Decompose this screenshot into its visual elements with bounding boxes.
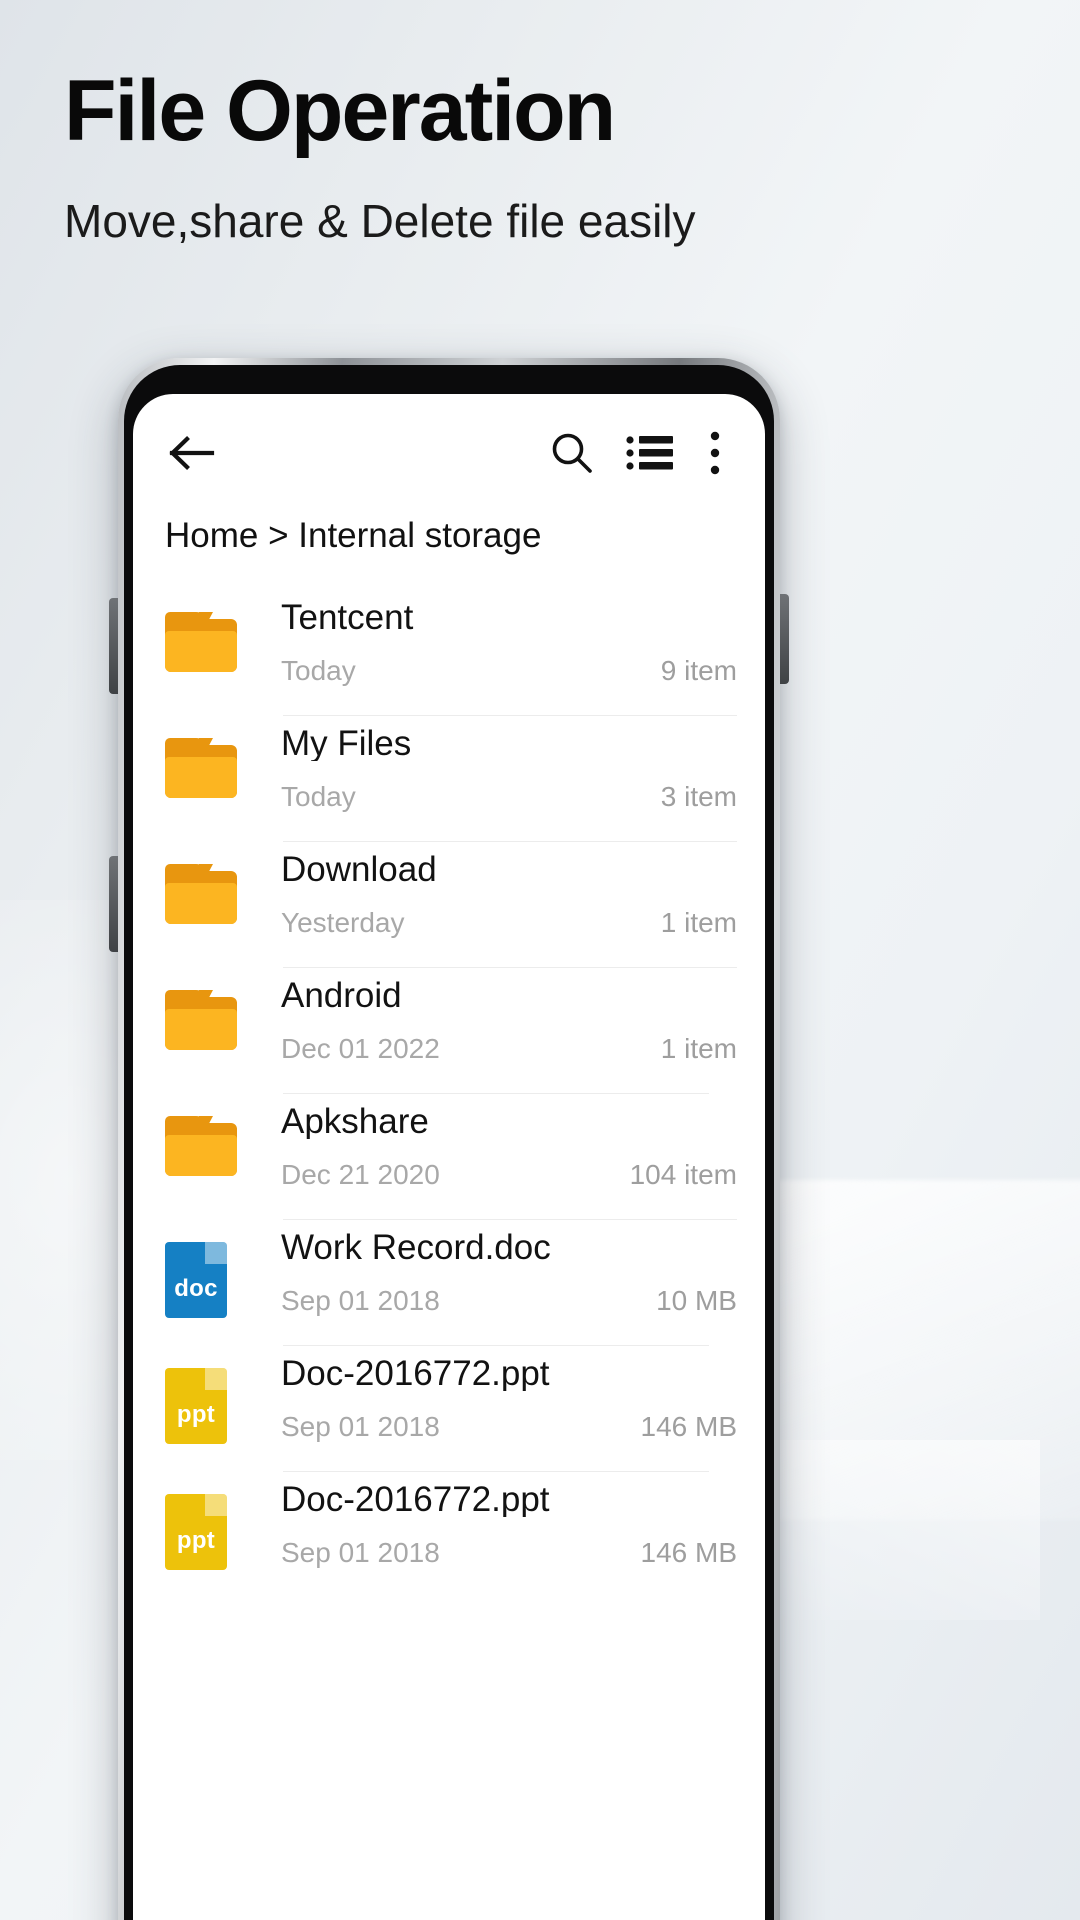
- file-row-body: Android Dec 01 2022 1 item: [261, 968, 765, 1093]
- file-size: 10 MB: [656, 1285, 737, 1316]
- file-name: Download: [281, 850, 437, 887]
- folder-icon: [165, 1116, 237, 1176]
- file-type-badge: ppt: [176, 1527, 216, 1554]
- file-row[interactable]: Apkshare Dec 21 2020 104 item: [133, 1094, 765, 1219]
- file-row-body: Doc-2016772.ppt Sep 01 2018 146 MB: [261, 1346, 765, 1471]
- file-name: Tentcent: [281, 598, 414, 635]
- file-row-icon-cell: ppt: [165, 1346, 261, 1444]
- file-row-icon-cell: [165, 590, 261, 672]
- file-date: Dec 01 2022: [281, 1033, 440, 1064]
- ppt-file-icon: ppt: [165, 1494, 227, 1570]
- file-meta: Today 3 item: [281, 781, 737, 813]
- background-highlight-b: [740, 1440, 1040, 1620]
- file-date: Today: [281, 781, 356, 812]
- file-date: Dec 21 2020: [281, 1159, 440, 1190]
- file-row-body: Tentcent Today 9 item: [261, 590, 765, 715]
- file-name: Android: [281, 976, 402, 1013]
- app-bar: [133, 394, 765, 512]
- ppt-file-icon: ppt: [165, 1368, 227, 1444]
- folder-icon: [165, 990, 237, 1050]
- arrow-left-icon: [169, 436, 215, 470]
- file-row[interactable]: Download Yesterday 1 item: [133, 842, 765, 967]
- file-row-body: My Files Today 3 item: [261, 716, 765, 841]
- file-row-icon-cell: [165, 968, 261, 1050]
- file-row-body: Doc-2016772.ppt Sep 01 2018 146 MB: [261, 1472, 765, 1597]
- breadcrumb[interactable]: Home > Internal storage: [133, 512, 765, 556]
- file-name: My Files: [281, 724, 412, 761]
- folder-icon: [165, 738, 237, 798]
- file-size: 1 item: [660, 1033, 737, 1064]
- file-name: Doc-2016772.ppt: [281, 1480, 550, 1517]
- file-icon-folded-corner: [205, 1494, 227, 1516]
- poster-subheadline: Move,share & Delete file easily: [64, 195, 696, 247]
- file-row-body: Apkshare Dec 21 2020 104 item: [261, 1094, 765, 1219]
- poster-headline: File Operation: [64, 63, 616, 159]
- file-type-badge: doc: [174, 1275, 218, 1302]
- volume-up-button[interactable]: [109, 598, 118, 694]
- view-mode-button[interactable]: [619, 420, 681, 486]
- file-row-icon-cell: [165, 716, 261, 798]
- file-size: 3 item: [660, 781, 737, 812]
- file-name: Apkshare: [281, 1102, 429, 1139]
- file-row-icon-cell: doc: [165, 1220, 261, 1318]
- file-list: Tentcent Today 9 item My Files Today 3 item Do…: [133, 590, 765, 1597]
- file-icon-folded-corner: [205, 1242, 227, 1264]
- phone-screen: Home > Internal storage Tentcent Today 9 i…: [133, 394, 765, 1920]
- file-date: Sep 01 2018: [281, 1285, 440, 1316]
- back-button[interactable]: [159, 420, 225, 486]
- file-size: 146 MB: [640, 1537, 738, 1568]
- file-row-body: Work Record.doc Sep 01 2018 10 MB: [261, 1220, 765, 1345]
- search-button[interactable]: [541, 420, 603, 486]
- overflow-menu-icon: [710, 431, 720, 475]
- poster-canvas: File Operation Move,share & Delete file …: [0, 0, 1080, 1920]
- file-date: Sep 01 2018: [281, 1537, 440, 1568]
- list-view-icon: [626, 436, 673, 470]
- file-meta: Dec 21 2020 104 item: [281, 1159, 737, 1191]
- file-row[interactable]: ppt Doc-2016772.ppt Sep 01 2018 146 MB: [133, 1472, 765, 1597]
- phone-mockup: Home > Internal storage Tentcent Today 9 i…: [109, 358, 789, 1920]
- file-size: 1 item: [660, 907, 737, 938]
- file-size: 9 item: [660, 655, 737, 686]
- file-row-icon-cell: [165, 1094, 261, 1176]
- file-icon-folded-corner: [205, 1368, 227, 1390]
- file-meta: Sep 01 2018 146 MB: [281, 1537, 737, 1569]
- file-row[interactable]: doc Work Record.doc Sep 01 2018 10 MB: [133, 1220, 765, 1345]
- file-type-badge: ppt: [176, 1401, 216, 1428]
- file-meta: Today 9 item: [281, 655, 737, 687]
- file-size: 104 item: [629, 1159, 737, 1190]
- file-meta: Sep 01 2018 146 MB: [281, 1411, 737, 1443]
- file-row-icon-cell: ppt: [165, 1472, 261, 1570]
- file-meta: Sep 01 2018 10 MB: [281, 1285, 737, 1317]
- file-row[interactable]: My Files Today 3 item: [133, 716, 765, 841]
- file-date: Sep 01 2018: [281, 1411, 440, 1442]
- search-icon: [552, 433, 592, 473]
- doc-file-icon: doc: [165, 1242, 227, 1318]
- file-date: Today: [281, 655, 356, 686]
- file-name: Doc-2016772.ppt: [281, 1354, 550, 1391]
- file-size: 146 MB: [640, 1411, 738, 1442]
- file-date: Yesterday: [281, 907, 405, 938]
- file-row-icon-cell: [165, 842, 261, 924]
- file-row[interactable]: Tentcent Today 9 item: [133, 590, 765, 715]
- folder-icon: [165, 612, 237, 672]
- file-row[interactable]: ppt Doc-2016772.ppt Sep 01 2018 146 MB: [133, 1346, 765, 1471]
- volume-down-button[interactable]: [109, 856, 118, 952]
- file-meta: Yesterday 1 item: [281, 907, 737, 939]
- file-row[interactable]: Android Dec 01 2022 1 item: [133, 968, 765, 1093]
- folder-icon: [165, 864, 237, 924]
- file-row-body: Download Yesterday 1 item: [261, 842, 765, 967]
- file-meta: Dec 01 2022 1 item: [281, 1033, 737, 1065]
- power-button[interactable]: [780, 594, 789, 684]
- file-name: Work Record.doc: [281, 1228, 551, 1265]
- overflow-menu-button[interactable]: [695, 420, 735, 486]
